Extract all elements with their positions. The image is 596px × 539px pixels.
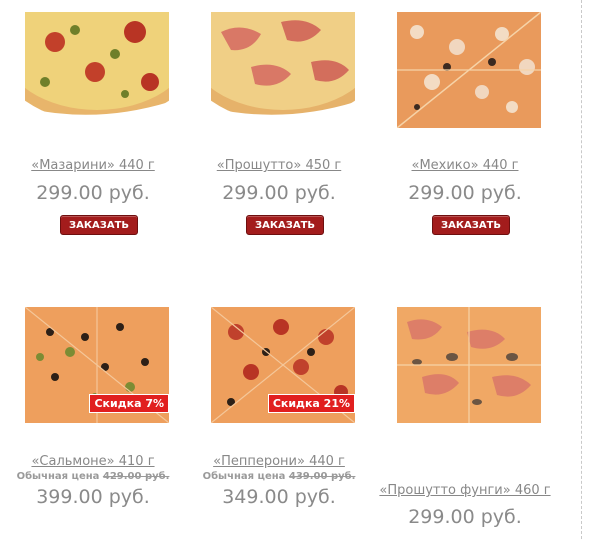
old-price: Обычная цена 439.00 руб. xyxy=(186,471,372,482)
pizza-mexico-image[interactable] xyxy=(397,12,541,128)
product-name[interactable]: «Мазарини» 440 г xyxy=(0,158,186,173)
pizza-salmone-image[interactable]: Скидка 7% xyxy=(25,307,169,423)
order-button[interactable]: ЗАКАЗАТЬ xyxy=(432,215,510,235)
product-name[interactable]: «Прошутто» 450 г xyxy=(186,158,372,173)
product-card-salmone: Скидка 7% «Сальмоне» 410 г Обычная цена … xyxy=(0,300,186,539)
product-card-mexico: «Мехико» 440 г 299.00 руб. ЗАКАЗАТЬ xyxy=(372,0,558,250)
product-name[interactable]: «Мехико» 440 г xyxy=(372,158,558,173)
product-card-prosciutto: «Прошутто» 450 г 299.00 руб. ЗАКАЗАТЬ xyxy=(186,0,372,250)
old-price-label: Обычная цена xyxy=(202,471,286,482)
old-price-label: Обычная цена xyxy=(16,471,100,482)
product-price: 299.00 руб. xyxy=(408,506,522,528)
discount-badge: Скидка 7% xyxy=(89,394,169,413)
product-name[interactable]: «Прошутто фунги» 460 г xyxy=(372,483,558,498)
pizza-prosciutto-funghi-image[interactable] xyxy=(397,307,541,423)
old-price-value: 429.00 руб. xyxy=(102,471,170,482)
product-price: 299.00 руб. xyxy=(222,182,336,204)
product-price: 299.00 руб. xyxy=(408,182,522,204)
column-divider xyxy=(581,0,582,539)
product-price: 299.00 руб. xyxy=(36,182,150,204)
product-card-pepperoni: Скидка 21% «Пепперони» 440 г Обычная цен… xyxy=(186,300,372,539)
product-name[interactable]: «Сальмоне» 410 г xyxy=(0,454,186,469)
product-card-mazarini: «Мазарини» 440 г 299.00 руб. ЗАКАЗАТЬ xyxy=(0,0,186,250)
pizza-mazarini-image[interactable] xyxy=(25,12,169,128)
product-name[interactable]: «Пепперони» 440 г xyxy=(186,454,372,469)
pizza-prosciutto-image[interactable] xyxy=(211,12,355,128)
order-button[interactable]: ЗАКАЗАТЬ xyxy=(60,215,138,235)
old-price-value: 439.00 руб. xyxy=(288,471,356,482)
pizza-pepperoni-image[interactable]: Скидка 21% xyxy=(211,307,355,423)
old-price: Обычная цена 429.00 руб. xyxy=(0,471,186,482)
discount-badge: Скидка 21% xyxy=(267,394,355,413)
product-card-prosciutto-funghi: «Прошутто фунги» 460 г 299.00 руб. xyxy=(372,300,558,539)
order-button[interactable]: ЗАКАЗАТЬ xyxy=(246,215,324,235)
product-price: 349.00 руб. xyxy=(222,486,336,508)
product-price: 399.00 руб. xyxy=(36,486,150,508)
